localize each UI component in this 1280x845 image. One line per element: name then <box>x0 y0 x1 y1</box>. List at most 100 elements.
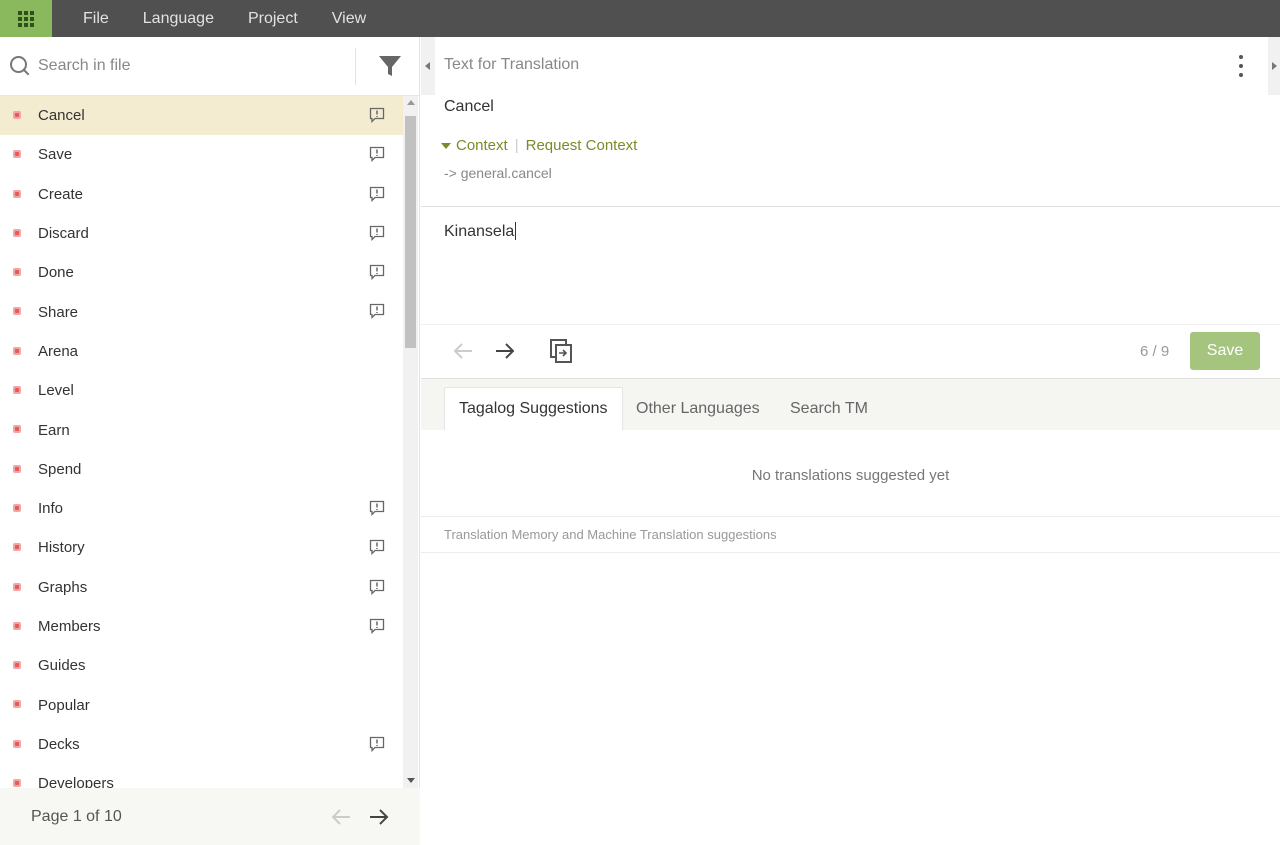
comment-alert-icon[interactable] <box>369 539 385 556</box>
string-row-label: Members <box>38 618 101 635</box>
untranslated-status-icon <box>13 189 21 198</box>
untranslated-status-icon <box>13 386 21 395</box>
untranslated-status-icon <box>13 582 21 591</box>
top-bar: File Language Project View <box>0 0 1280 37</box>
save-button[interactable]: Save <box>1190 332 1260 370</box>
context-key: -> general.cancel <box>444 165 552 181</box>
string-row[interactable]: Level <box>0 371 403 410</box>
divider <box>421 552 1280 553</box>
string-row-label: Popular <box>38 696 90 714</box>
string-row[interactable]: Cancel <box>0 96 403 136</box>
menu-language[interactable]: Language <box>126 0 231 37</box>
string-row[interactable]: Spend <box>0 450 403 489</box>
string-row[interactable]: Guides <box>0 646 403 685</box>
string-row[interactable]: Graphs <box>0 568 403 607</box>
comment-alert-icon[interactable] <box>369 225 385 241</box>
untranslated-status-icon <box>13 543 21 552</box>
untranslated-status-icon <box>13 503 21 512</box>
request-context-link[interactable]: Request Context <box>526 137 638 154</box>
translation-text: Kinansela <box>444 223 515 240</box>
comment-alert-icon[interactable] <box>369 146 385 163</box>
scrollbar[interactable] <box>403 96 418 788</box>
comment-alert-icon[interactable] <box>369 303 385 320</box>
string-row[interactable]: Save <box>0 135 403 174</box>
comment-alert-icon[interactable] <box>369 500 385 516</box>
string-row[interactable]: Arena <box>0 332 403 371</box>
string-row-label: Info <box>38 500 64 518</box>
string-row[interactable]: Done <box>0 253 403 292</box>
comment-alert-icon[interactable] <box>369 264 385 281</box>
source-text: Cancel <box>444 98 494 115</box>
untranslated-status-icon <box>13 346 21 355</box>
menu-view[interactable]: View <box>315 0 383 37</box>
comment-alert-icon[interactable] <box>369 107 385 123</box>
string-row[interactable]: Developers <box>0 764 403 788</box>
divider <box>421 206 1280 207</box>
filter-divider <box>355 48 356 85</box>
collapse-right-icon[interactable] <box>1268 37 1280 95</box>
tab-other-languages[interactable]: Other Languages <box>622 387 774 430</box>
caret-down-icon[interactable] <box>441 142 451 149</box>
comment-alert-icon[interactable] <box>369 186 385 202</box>
collapse-left-icon[interactable] <box>421 37 435 95</box>
prev-page-arrow-icon[interactable] <box>330 808 352 826</box>
string-row[interactable]: Info <box>0 489 403 528</box>
context-separator: | <box>514 137 519 154</box>
comment-alert-icon[interactable] <box>369 618 385 634</box>
string-row-label: Decks <box>38 735 80 753</box>
string-row-label: Arena <box>38 342 79 360</box>
apps-grid-icon[interactable] <box>0 0 52 37</box>
untranslated-status-icon <box>13 739 21 748</box>
comment-alert-icon[interactable] <box>369 736 385 752</box>
string-row[interactable]: Create <box>0 175 403 214</box>
prev-string-arrow-icon[interactable] <box>452 341 474 361</box>
string-row-label: Save <box>38 146 73 164</box>
untranslated-status-icon <box>13 425 21 434</box>
filter-icon[interactable] <box>378 54 402 78</box>
string-row-label: Discard <box>38 225 89 243</box>
untranslated-status-icon <box>13 621 21 630</box>
divider <box>421 516 1280 517</box>
string-list-container: Cancel Save Create Discard Done Share Arena Lev… <box>0 96 420 788</box>
string-row-label: History <box>38 539 85 557</box>
search-input[interactable] <box>38 57 338 75</box>
string-row-label: Create <box>38 185 84 203</box>
section-title: Text for Translation <box>444 56 580 73</box>
untranslated-status-icon <box>13 307 21 316</box>
text-caret <box>515 222 517 240</box>
untranslated-status-icon <box>13 779 21 788</box>
search-icon <box>10 56 30 76</box>
context-row: Context | Request Context <box>441 137 637 154</box>
next-page-arrow-icon[interactable] <box>368 808 390 826</box>
page-label: Page 1 of 10 <box>31 807 122 825</box>
next-string-arrow-icon[interactable] <box>494 341 516 361</box>
string-row[interactable]: Discard <box>0 214 403 253</box>
string-row[interactable]: Members <box>0 607 403 646</box>
scroll-thumb[interactable] <box>405 116 416 348</box>
string-row[interactable]: Popular <box>0 685 403 724</box>
string-row[interactable]: Decks <box>0 725 403 764</box>
string-row-label: Guides <box>38 657 86 675</box>
string-row[interactable]: Earn <box>0 410 403 449</box>
empty-suggestions-message: No translations suggested yet <box>751 467 950 484</box>
scroll-down-icon[interactable] <box>407 778 415 783</box>
string-counter: 6 / 9 <box>1140 343 1170 360</box>
context-toggle[interactable]: Context <box>456 137 508 154</box>
string-row[interactable]: Share <box>0 292 403 331</box>
string-row-label: Spend <box>38 460 82 478</box>
string-row-label: Share <box>38 303 79 321</box>
untranslated-status-icon <box>13 700 21 709</box>
string-row-label: Graphs <box>38 578 88 596</box>
string-row[interactable]: History <box>0 528 403 567</box>
scroll-up-icon[interactable] <box>407 100 415 105</box>
translation-input[interactable]: Kinansela <box>444 222 517 241</box>
untranslated-status-icon <box>13 268 21 277</box>
comment-alert-icon[interactable] <box>369 579 385 595</box>
menu-project[interactable]: Project <box>231 0 315 37</box>
more-options-icon[interactable] <box>1237 55 1245 77</box>
tab-search-tm[interactable]: Search TM <box>776 387 882 430</box>
copy-source-icon[interactable] <box>549 338 573 364</box>
divider <box>421 324 1280 325</box>
tab-tagalog-suggestions[interactable]: Tagalog Suggestions <box>444 387 623 430</box>
menu-file[interactable]: File <box>66 0 126 37</box>
